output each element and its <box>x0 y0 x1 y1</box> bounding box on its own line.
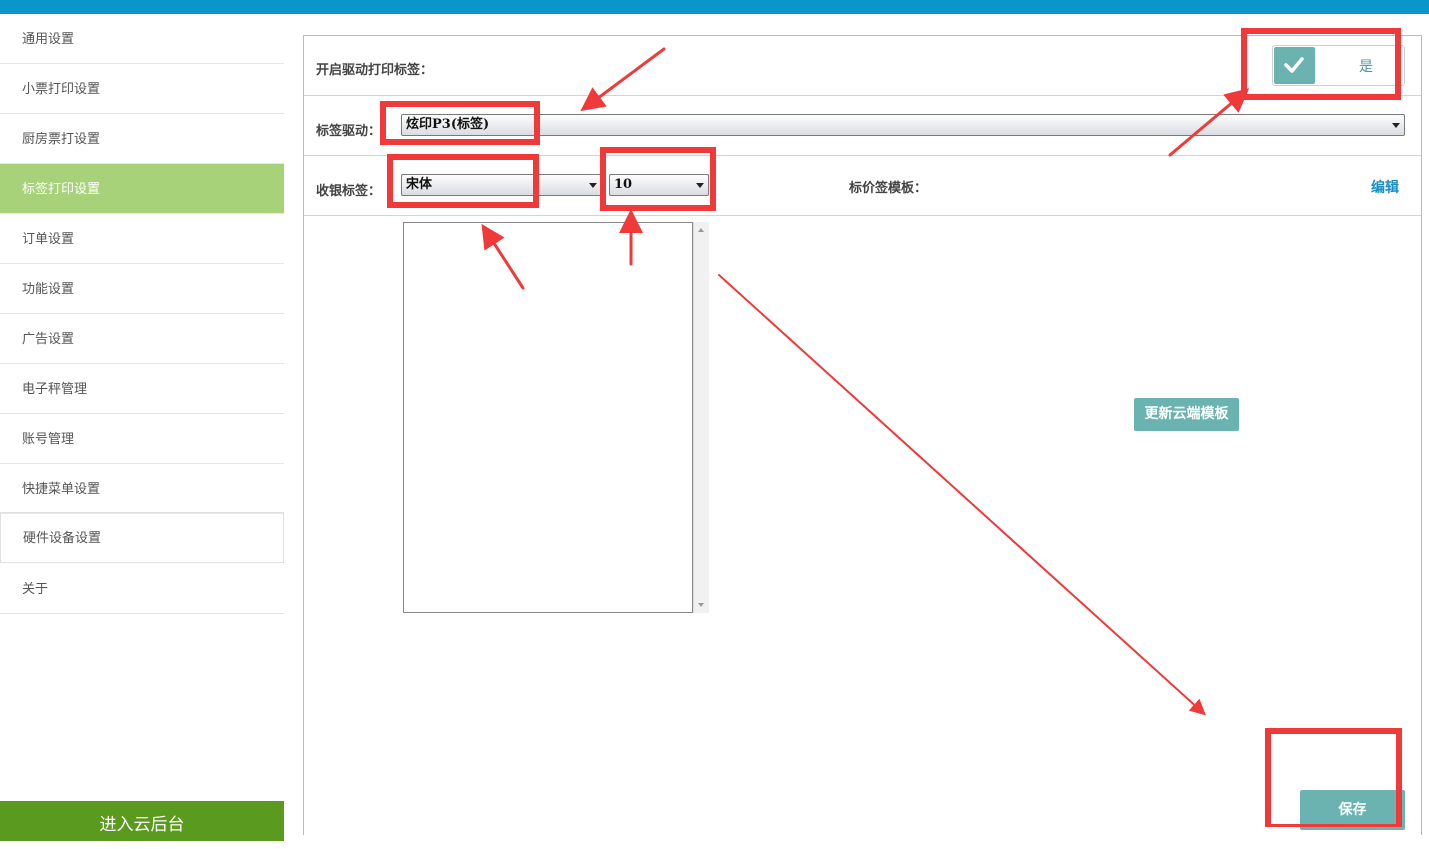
toggle-value: 是 <box>1359 59 1373 75</box>
driver-row: 标签驱动： 炫印P3(标签) <box>304 96 1421 156</box>
sidebar-item-scale[interactable]: 电子秤管理 <box>0 364 284 414</box>
template-label: 标价签模板： <box>849 181 928 196</box>
chevron-down-icon <box>696 183 704 188</box>
font-select-value: 宋体 <box>406 177 433 192</box>
top-bar <box>0 0 1429 14</box>
driver-select-value: 炫印P3(标签) <box>406 117 490 132</box>
save-button[interactable]: 保存 <box>1300 790 1405 830</box>
scroll-down-icon[interactable] <box>698 603 704 607</box>
chevron-down-icon <box>589 183 597 188</box>
sidebar-item-ads[interactable]: 广告设置 <box>0 314 284 364</box>
sidebar-item-account[interactable]: 账号管理 <box>0 414 284 464</box>
enable-row: 开启驱动打印标签： 是 <box>304 36 1421 96</box>
edit-template-link[interactable]: 编辑 <box>1371 177 1399 197</box>
sidebar-item-receipt-print[interactable]: 小票打印设置 <box>0 64 284 114</box>
sidebar-item-label-print[interactable]: 标签打印设置 <box>0 164 284 214</box>
cashier-label-row: 收银标签： 宋体 10 标价签模板： <box>304 156 1421 216</box>
enter-cloud-backend-button[interactable]: 进入云后台 <box>0 801 284 841</box>
scroll-up-icon[interactable] <box>698 228 704 232</box>
update-cloud-template-button[interactable]: 更新云端模板 <box>1134 398 1239 431</box>
font-select[interactable]: 宋体 <box>401 174 602 196</box>
template-scrollbar[interactable] <box>693 222 709 613</box>
sidebar-item-kitchen-print[interactable]: 厨房票打设置 <box>0 114 284 164</box>
sidebar-item-shortcut-menu[interactable]: 快捷菜单设置 <box>0 464 284 514</box>
font-size-select-value: 10 <box>614 177 633 192</box>
cashier-label: 收银标签： <box>316 184 382 199</box>
driver-label: 标签驱动： <box>316 124 382 139</box>
sidebar-item-hardware[interactable]: 硬件设备设置 <box>0 512 284 563</box>
enable-toggle[interactable]: 是 <box>1272 45 1405 86</box>
sidebar: 通用设置 小票打印设置 厨房票打设置 标签打印设置 订单设置 功能设置 广告设置… <box>0 14 284 827</box>
label-print-settings-panel: 开启驱动打印标签： 是 标签驱动： 炫印P3(标签) 收银标签： 宋体 10 标… <box>303 35 1422 835</box>
sidebar-item-order[interactable]: 订单设置 <box>0 214 284 264</box>
sidebar-item-general[interactable]: 通用设置 <box>0 14 284 64</box>
template-preview-textarea[interactable] <box>403 222 693 613</box>
sidebar-item-about[interactable]: 关于 <box>0 564 284 614</box>
chevron-down-icon <box>1392 123 1400 128</box>
sidebar-item-function[interactable]: 功能设置 <box>0 264 284 314</box>
font-size-select[interactable]: 10 <box>609 174 709 196</box>
driver-select[interactable]: 炫印P3(标签) <box>401 114 1405 136</box>
enable-label: 开启驱动打印标签： <box>316 63 434 78</box>
check-icon <box>1274 47 1315 84</box>
